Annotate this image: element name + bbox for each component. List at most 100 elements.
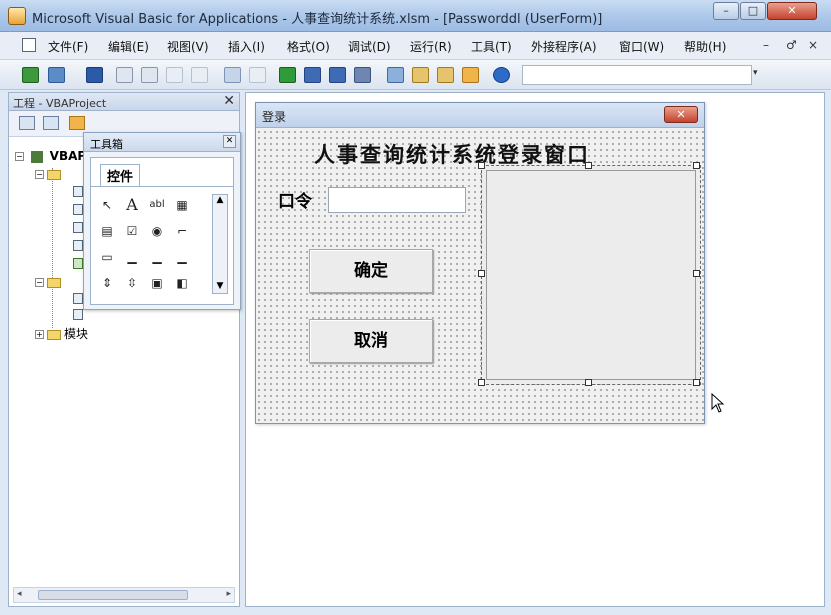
undo-icon[interactable] xyxy=(224,67,241,83)
find-icon[interactable] xyxy=(191,67,208,83)
checkbox-icon[interactable]: ☑ xyxy=(122,222,142,240)
userform-icon[interactable] xyxy=(73,293,83,304)
menu-addins[interactable]: 外接程序(A) xyxy=(531,38,597,55)
optionbutton-icon[interactable]: ◉ xyxy=(147,222,167,240)
resize-handle[interactable] xyxy=(585,379,592,386)
refedit-icon[interactable]: ◧ xyxy=(172,274,192,292)
view-excel-icon[interactable] xyxy=(22,67,39,83)
scrollbar-thumb[interactable] xyxy=(38,590,188,600)
menu-debug[interactable]: 调试(D) xyxy=(348,38,391,55)
resize-handle[interactable] xyxy=(478,270,485,277)
label-icon[interactable]: A xyxy=(122,196,142,214)
toolbox-icon[interactable] xyxy=(462,67,479,83)
toolbox-title-bar[interactable]: 工具箱 ✕ xyxy=(84,133,240,152)
sheet-icon[interactable] xyxy=(73,240,83,251)
image-icon[interactable]: ▣ xyxy=(147,274,167,292)
tree-root-vbaproject[interactable]: − VBAP xyxy=(15,149,86,163)
menu-run[interactable]: 运行(R) xyxy=(410,38,452,55)
tree-folder-excel-objects[interactable]: − xyxy=(35,167,64,181)
break-icon[interactable] xyxy=(304,67,321,83)
resize-handle[interactable] xyxy=(693,379,700,386)
object-browser-icon[interactable] xyxy=(437,67,454,83)
scrollbar-icon[interactable]: ⇕ xyxy=(97,274,117,292)
sheet-icon[interactable] xyxy=(73,222,83,233)
resize-handle[interactable] xyxy=(478,379,485,386)
scroll-down-icon[interactable]: ▼ xyxy=(213,281,227,291)
scroll-left-icon[interactable]: ◂ xyxy=(17,589,22,599)
tab-controls[interactable]: 控件 xyxy=(100,164,141,187)
save-icon[interactable] xyxy=(86,67,103,83)
view-code-icon[interactable] xyxy=(19,116,35,130)
textbox-icon[interactable]: abl xyxy=(147,196,167,214)
combobox-icon[interactable]: ▦ xyxy=(172,196,192,214)
redo-icon[interactable] xyxy=(249,67,266,83)
resize-handle[interactable] xyxy=(585,162,592,169)
project-pane-hscrollbar[interactable]: ◂ ▸ xyxy=(13,587,235,603)
userform-design-grid[interactable]: 人事查询统计系统登录窗口 口令 确定 取消 xyxy=(256,129,704,423)
toolbox-scrollbar[interactable]: ▲ ▼ xyxy=(212,194,228,294)
userform-window[interactable]: 登录 ✕ 人事查询统计系统登录窗口 口令 确定 取消 xyxy=(255,102,705,424)
menu-file[interactable]: 文件(F) xyxy=(48,38,88,55)
password-label[interactable]: 口令 xyxy=(278,187,312,212)
password-textbox[interactable] xyxy=(328,187,466,213)
project-explorer-icon[interactable] xyxy=(387,67,404,83)
toggle-folders-icon[interactable] xyxy=(69,116,85,130)
expand-icon[interactable]: + xyxy=(35,330,44,339)
tree-folder-modules[interactable]: + 模块 xyxy=(35,325,88,342)
userform-title-bar[interactable]: 登录 ✕ xyxy=(256,103,704,128)
togglebutton-icon[interactable]: ⌐ xyxy=(172,222,192,240)
close-window-button[interactable]: ✕ xyxy=(767,2,817,20)
mdi-minimize-button[interactable]: – xyxy=(763,38,769,52)
minimize-button[interactable]: – xyxy=(713,2,739,20)
document-icon[interactable] xyxy=(22,38,36,52)
resize-handle[interactable] xyxy=(693,270,700,277)
toolbar-overflow-icon[interactable]: ▾ xyxy=(753,68,758,78)
view-object-icon[interactable] xyxy=(43,116,59,130)
toolbar-search-box[interactable] xyxy=(522,65,752,85)
run-icon[interactable] xyxy=(279,67,296,83)
workbook-icon[interactable] xyxy=(73,258,83,269)
frame-icon[interactable]: ▭ xyxy=(97,248,117,266)
menu-view[interactable]: 视图(V) xyxy=(167,38,209,55)
collapse-icon[interactable]: − xyxy=(35,278,44,287)
sheet-icon[interactable] xyxy=(73,204,83,215)
tree-folder-forms[interactable]: − xyxy=(35,275,64,289)
design-mode-icon[interactable] xyxy=(354,67,371,83)
sheet-icon[interactable] xyxy=(73,186,83,197)
image-control[interactable] xyxy=(481,165,701,385)
menu-format[interactable]: 格式(O) xyxy=(287,38,330,55)
mdi-restore-button[interactable]: ♂ xyxy=(786,38,797,52)
userform-icon[interactable] xyxy=(73,309,83,320)
pointer-icon[interactable]: ↖ xyxy=(97,196,117,214)
collapse-icon[interactable]: − xyxy=(15,152,24,161)
menu-insert[interactable]: 插入(I) xyxy=(228,38,265,55)
toolbox-close-button[interactable]: ✕ xyxy=(223,135,236,148)
insert-userform-icon[interactable] xyxy=(48,67,65,83)
paste-icon[interactable] xyxy=(166,67,183,83)
menu-tools[interactable]: 工具(T) xyxy=(471,38,512,55)
project-pane-close-button[interactable]: ✕ xyxy=(223,93,235,109)
toolbox-window[interactable]: 工具箱 ✕ 控件 ↖ A abl ▦ ▤ ☑ ◉ ⌐ ▭ ▁ ▁ ▁ ⇕ ⇳ ▣… xyxy=(83,132,241,310)
userform-close-button[interactable]: ✕ xyxy=(664,106,698,123)
menu-edit[interactable]: 编辑(E) xyxy=(108,38,149,55)
listbox-icon[interactable]: ▤ xyxy=(97,222,117,240)
window-title-bar[interactable]: Microsoft Visual Basic for Applications … xyxy=(0,0,831,32)
resize-handle[interactable] xyxy=(693,162,700,169)
cancel-button[interactable]: 取消 xyxy=(309,319,433,363)
commandbutton-icon[interactable]: ▁ xyxy=(122,248,142,266)
mdi-close-button[interactable]: × xyxy=(808,38,818,52)
help-icon[interactable] xyxy=(493,67,510,83)
reset-icon[interactable] xyxy=(329,67,346,83)
tabstrip-icon[interactable]: ▁ xyxy=(147,248,167,266)
copy-icon[interactable] xyxy=(141,67,158,83)
properties-icon[interactable] xyxy=(412,67,429,83)
form-heading-label[interactable]: 人事查询统计系统登录窗口 xyxy=(314,139,590,169)
maximize-button[interactable]: □ xyxy=(740,2,766,20)
multipage-icon[interactable]: ▁ xyxy=(172,248,192,266)
ok-button[interactable]: 确定 xyxy=(309,249,433,293)
cut-icon[interactable] xyxy=(116,67,133,83)
scroll-right-icon[interactable]: ▸ xyxy=(226,589,231,599)
scroll-up-icon[interactable]: ▲ xyxy=(213,195,227,205)
menu-help[interactable]: 帮助(H) xyxy=(684,38,726,55)
spinbutton-icon[interactable]: ⇳ xyxy=(122,274,142,292)
